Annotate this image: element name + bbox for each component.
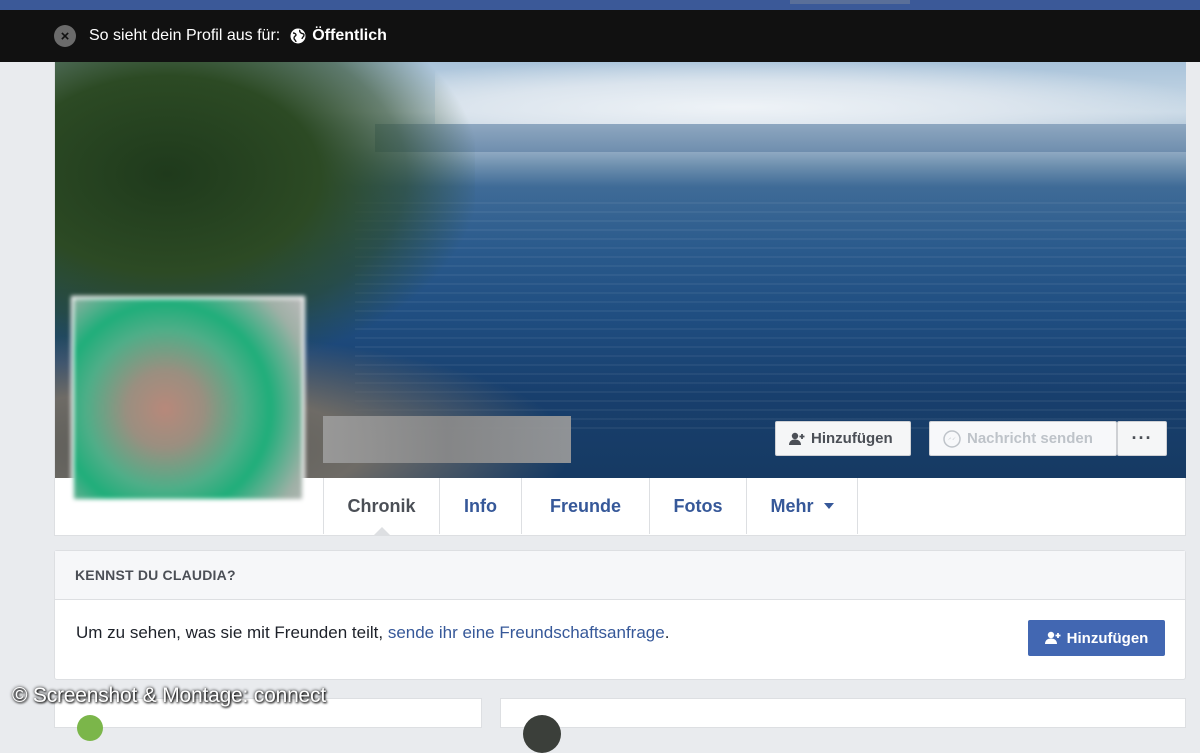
friend-request-prefix: Um zu sehen, was sie mit Freunden teilt, xyxy=(76,623,384,642)
add-friend-button[interactable]: Hinzufügen xyxy=(775,421,911,456)
tab-label: Freunde xyxy=(549,495,621,516)
tab-label: Mehr xyxy=(770,495,814,516)
globe-icon xyxy=(290,28,306,44)
tab-mehr[interactable]: Mehr xyxy=(746,478,857,534)
add-friend-primary-button[interactable]: Hinzufügen xyxy=(1028,620,1165,656)
friend-request-suffix: . xyxy=(664,623,670,642)
tab-label: Info xyxy=(464,495,497,516)
add-friend-icon xyxy=(789,432,805,446)
copyright-watermark: © Screenshot & Montage: connect xyxy=(12,684,326,707)
close-icon[interactable]: × xyxy=(54,25,76,47)
messenger-icon xyxy=(943,429,961,448)
more-options-label: ··· xyxy=(1131,428,1153,448)
post-avatar xyxy=(523,715,561,753)
view-as-bar: × So sieht dein Profil aus für: Öffentli… xyxy=(0,10,1200,62)
profile-tabs: Chronik Info Freunde Fotos Mehr xyxy=(323,478,858,535)
top-nav-hint xyxy=(790,0,910,4)
more-options-button[interactable]: ··· xyxy=(1117,421,1167,456)
profile-name-blurred xyxy=(323,416,571,463)
tab-label: Fotos xyxy=(673,495,723,516)
tab-fotos[interactable]: Fotos xyxy=(649,478,746,534)
add-friend-icon xyxy=(1044,631,1061,645)
post-card xyxy=(500,698,1186,753)
tab-chronik[interactable]: Chronik xyxy=(323,478,439,535)
friend-request-link[interactable]: sende ihr eine Freundschaftsanfrage xyxy=(388,623,665,642)
send-message-button[interactable]: Nachricht senden xyxy=(929,421,1117,456)
send-message-label: Nachricht senden xyxy=(967,430,1093,447)
view-as-label: So sieht dein Profil aus für: xyxy=(89,27,281,44)
tab-label: Chronik xyxy=(347,495,416,516)
top-nav-strip xyxy=(0,0,1200,10)
tabs-divider xyxy=(857,478,858,534)
caret-down-icon xyxy=(823,503,834,509)
friend-request-card: KENNST DU CLAUDIA? Um zu sehen, was sie … xyxy=(54,550,1186,680)
view-as-audience[interactable]: Öffentlich xyxy=(312,27,387,45)
profile-picture-blurred[interactable] xyxy=(71,296,305,502)
friend-request-heading: KENNST DU CLAUDIA? xyxy=(55,551,1185,600)
tab-info[interactable]: Info xyxy=(439,478,521,534)
tab-freunde[interactable]: Freunde xyxy=(521,478,649,534)
cover-mountains xyxy=(375,124,1186,152)
add-friend-label: Hinzufügen xyxy=(811,430,893,447)
profile-header-card: Hinzufügen Nachricht senden ··· Chronik … xyxy=(54,62,1186,536)
add-friend-primary-label: Hinzufügen xyxy=(1066,629,1149,647)
intro-icon xyxy=(77,715,103,741)
friend-request-text: Um zu sehen, was sie mit Freunden teilt,… xyxy=(76,623,669,643)
